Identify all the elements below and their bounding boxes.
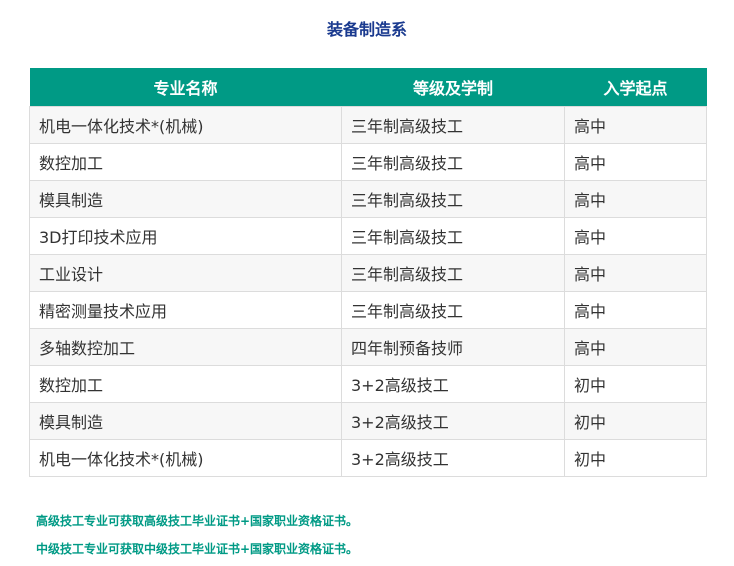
cell-major-name: 3D打印技术应用 <box>29 217 342 255</box>
cell-level-duration: 三年制高级技工 <box>341 143 565 181</box>
cell-major-name: 机电一体化技术*(机械) <box>29 439 342 477</box>
header-major-name: 专业名称 <box>153 79 218 98</box>
cell-major-name: 工业设计 <box>29 254 342 292</box>
cell-level-duration: 3+2高级技工 <box>341 439 565 477</box>
cell-entry-level: 高中 <box>564 291 707 329</box>
footnote-senior-certificate: 高级技工专业可获取高级技工毕业证书+国家职业资格证书。 <box>36 514 359 528</box>
header-level-duration: 等级及学制 <box>412 79 493 98</box>
table-row: 工业设计 三年制高级技工 高中 <box>29 254 707 292</box>
cell-major-name: 数控加工 <box>29 143 342 181</box>
cell-major-name: 模具制造 <box>29 180 342 218</box>
cell-level-duration: 3+2高级技工 <box>341 402 565 440</box>
table-header-row: 专业名称 等级及学制 入学起点 <box>29 68 707 107</box>
table-row: 模具制造 三年制高级技工 高中 <box>29 180 707 218</box>
cell-major-name: 模具制造 <box>29 402 342 440</box>
cell-level-duration: 三年制高级技工 <box>341 291 565 329</box>
table-row: 模具制造 3+2高级技工 初中 <box>29 402 707 440</box>
cell-major-name: 数控加工 <box>29 365 342 403</box>
cell-major-name: 多轴数控加工 <box>29 328 342 366</box>
cell-level-duration: 三年制高级技工 <box>341 254 565 292</box>
cell-entry-level: 高中 <box>564 106 707 144</box>
cell-major-name: 机电一体化技术*(机械) <box>29 106 342 144</box>
table-row: 3D打印技术应用 三年制高级技工 高中 <box>29 217 707 255</box>
cell-entry-level: 初中 <box>564 439 707 477</box>
table-row: 机电一体化技术*(机械) 3+2高级技工 初中 <box>29 439 707 477</box>
table-row: 数控加工 3+2高级技工 初中 <box>29 365 707 403</box>
cell-level-duration: 三年制高级技工 <box>341 180 565 218</box>
table-row: 多轴数控加工 四年制预备技师 高中 <box>29 328 707 366</box>
cell-entry-level: 高中 <box>564 143 707 181</box>
table-row: 机电一体化技术*(机械) 三年制高级技工 高中 <box>29 106 707 144</box>
cell-level-duration: 三年制高级技工 <box>341 217 565 255</box>
cell-entry-level: 高中 <box>564 254 707 292</box>
header-entry-level: 入学起点 <box>603 79 668 98</box>
cell-level-duration: 三年制高级技工 <box>341 106 565 144</box>
page-title: 装备制造系 <box>326 20 407 39</box>
footnote-intermediate-certificate: 中级技工专业可获取中级技工毕业证书+国家职业资格证书。 <box>36 542 359 556</box>
majors-table: 专业名称 等级及学制 入学起点 机电一体化技术*(机械) 三年制高级技工 高中 … <box>29 68 707 477</box>
cell-major-name: 精密测量技术应用 <box>29 291 342 329</box>
cell-entry-level: 高中 <box>564 180 707 218</box>
table-row: 数控加工 三年制高级技工 高中 <box>29 143 707 181</box>
cell-entry-level: 初中 <box>564 402 707 440</box>
cell-level-duration: 3+2高级技工 <box>341 365 565 403</box>
cell-entry-level: 初中 <box>564 365 707 403</box>
cell-entry-level: 高中 <box>564 328 707 366</box>
cell-entry-level: 高中 <box>564 217 707 255</box>
cell-level-duration: 四年制预备技师 <box>341 328 565 366</box>
table-row: 精密测量技术应用 三年制高级技工 高中 <box>29 291 707 329</box>
